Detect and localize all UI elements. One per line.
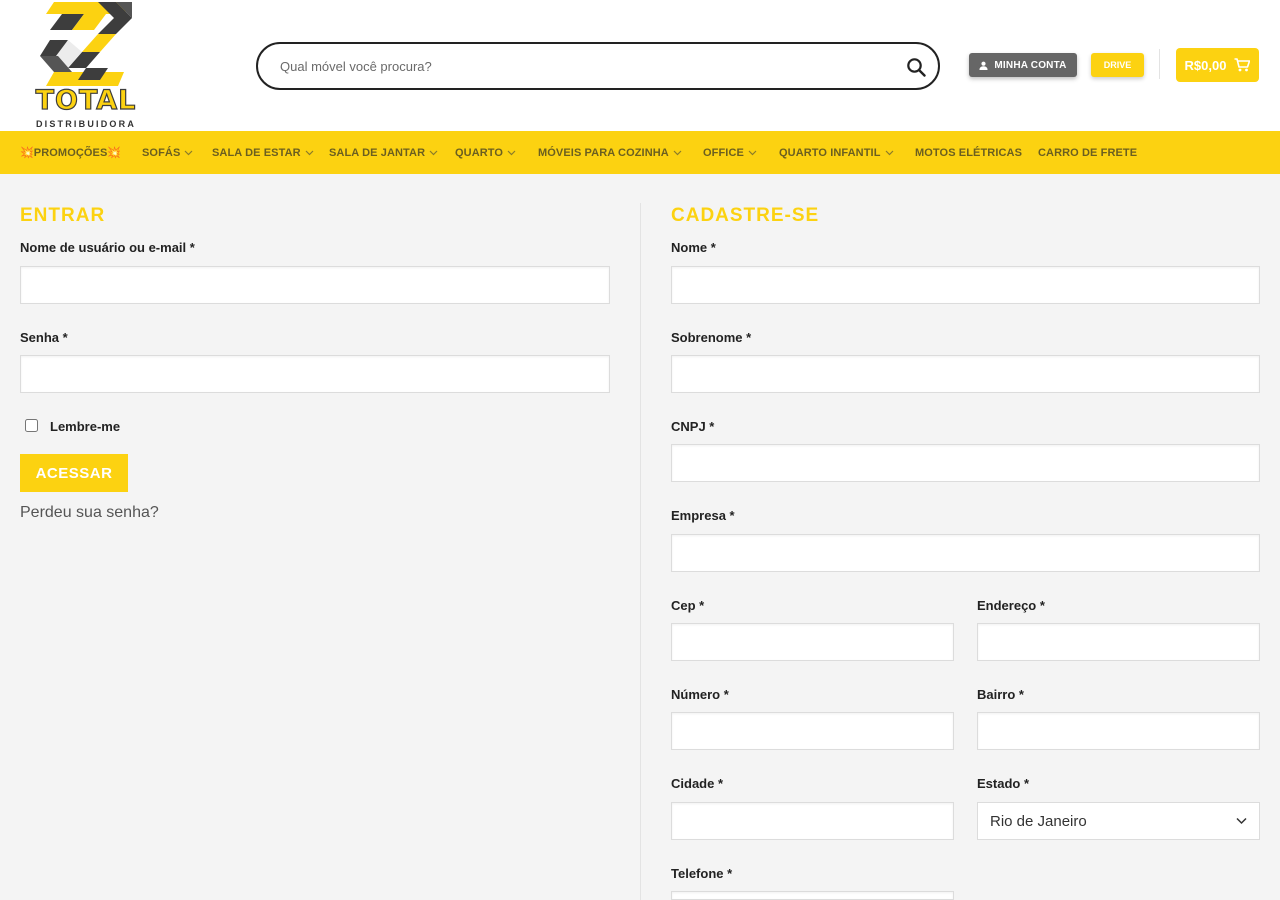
main-nav: 💥PROMOÇÕES💥 SOFÁS SALA DE ESTAR SALA DE … [0,131,1280,174]
nome-input[interactable] [671,266,1260,304]
nav-item-label: MOTOS ELÉTRICAS [915,146,1023,159]
chevron-down-icon [748,150,757,155]
telefone-input[interactable] [671,891,954,900]
nav-item-label: OFFICE [703,146,744,159]
numero-input[interactable] [671,712,954,750]
drive-button-label: DRIVE [1103,60,1132,70]
nav-item-office[interactable]: OFFICE [703,131,757,174]
logo-mark [40,2,132,86]
nav-item-quarto[interactable]: QUARTO [455,131,516,174]
nav-item-carro-de-frete[interactable]: CARRO DE FRETE [1038,131,1137,174]
nav-item-label: CARRO DE FRETE [1038,146,1138,159]
nav-item-moveis-para-cozinha[interactable]: MÓVEIS PARA COZINHA [538,131,682,174]
nav-item-label: QUARTO [455,146,504,159]
cnpj-input[interactable] [671,444,1260,482]
chevron-down-icon [673,150,682,155]
column-divider [640,203,641,900]
username-label: Nome de usuário ou e-mail * [20,240,195,255]
estado-selected-value: Rio de Janeiro [990,812,1087,830]
chevron-down-icon [305,150,314,155]
bairro-label: Bairro * [977,687,1024,702]
nav-item-quarto-infantil[interactable]: QUARTO INFANTIL [779,131,894,174]
chevron-down-icon [885,150,893,155]
numero-label: Número * [671,687,729,702]
cidade-input[interactable] [671,802,954,840]
account-button-label: MINHA CONTA [994,59,1067,71]
search-icon[interactable] [906,57,926,77]
register-title: CADASTRE-SE [671,205,820,226]
endereco-input[interactable] [977,623,1260,661]
nav-item-label: SOFÁS [142,146,181,159]
nav-item-label: QUARTO INFANTIL [779,146,881,159]
account-button[interactable]: MINHA CONTA [969,53,1077,77]
search-bar [256,42,940,90]
site-header: TOTAL DISTRIBUIDORA MINHA CONTA DRIVE R$… [0,0,1280,131]
logo-wordmark: TOTAL [35,85,137,116]
remember-me-label: Lembre-me [50,419,121,434]
chevron-down-icon [184,150,193,155]
nav-item-label: 💥PROMOÇÕES💥 [20,147,122,159]
drive-button[interactable]: DRIVE [1091,53,1144,77]
nav-item-label: SALA DE JANTAR [329,146,426,159]
logo-tagline: DISTRIBUIDORA [35,119,137,129]
cidade-label: Cidade * [671,776,724,791]
cep-input[interactable] [671,623,954,661]
nav-item-sala-de-estar[interactable]: SALA DE ESTAR [212,131,314,174]
nome-label: Nome * [671,240,716,255]
nav-item-label: MÓVEIS PARA COZINHA [538,146,669,159]
chevron-down-icon [1236,817,1247,825]
empresa-input[interactable] [671,534,1260,572]
remember-me-checkbox[interactable] [25,419,38,432]
estado-label: Estado * [977,776,1030,791]
estado-select[interactable]: Rio de Janeiro [977,802,1260,840]
chevron-down-icon [429,150,438,155]
empresa-label: Empresa * [671,508,735,523]
lost-password-link[interactable]: Perdeu sua senha? [20,504,159,522]
nav-item-promocoes[interactable]: 💥PROMOÇÕES💥 [20,131,121,174]
login-title: ENTRAR [20,205,106,226]
cart-icon [1234,58,1251,72]
search-input[interactable] [280,55,880,77]
cnpj-label: CNPJ * [671,419,715,434]
telefone-label: Telefone * [671,866,733,881]
nav-item-sala-de-jantar[interactable]: SALA DE JANTAR [329,131,438,174]
chevron-down-icon [507,150,516,155]
sobrenome-label: Sobrenome * [671,330,752,345]
nav-item-sofas[interactable]: SOFÁS [142,131,193,174]
header-divider [1159,49,1160,79]
endereco-label: Endereço * [977,598,1045,613]
user-icon [979,61,988,70]
sobrenome-input[interactable] [671,355,1260,393]
password-label: Senha * [20,330,68,345]
password-input[interactable] [20,355,610,393]
bairro-input[interactable] [977,712,1260,750]
cep-label: Cep * [671,598,705,613]
cart-total: R$0,00 [1184,57,1227,73]
nav-item-label: SALA DE ESTAR [212,146,301,159]
username-input[interactable] [20,266,610,304]
nav-item-motos-eletricas[interactable]: MOTOS ELÉTRICAS [915,131,1022,174]
cart-button[interactable]: R$0,00 [1176,48,1259,82]
site-logo[interactable]: TOTAL DISTRIBUIDORA [28,0,144,131]
login-button[interactable]: ACESSAR [20,454,128,492]
